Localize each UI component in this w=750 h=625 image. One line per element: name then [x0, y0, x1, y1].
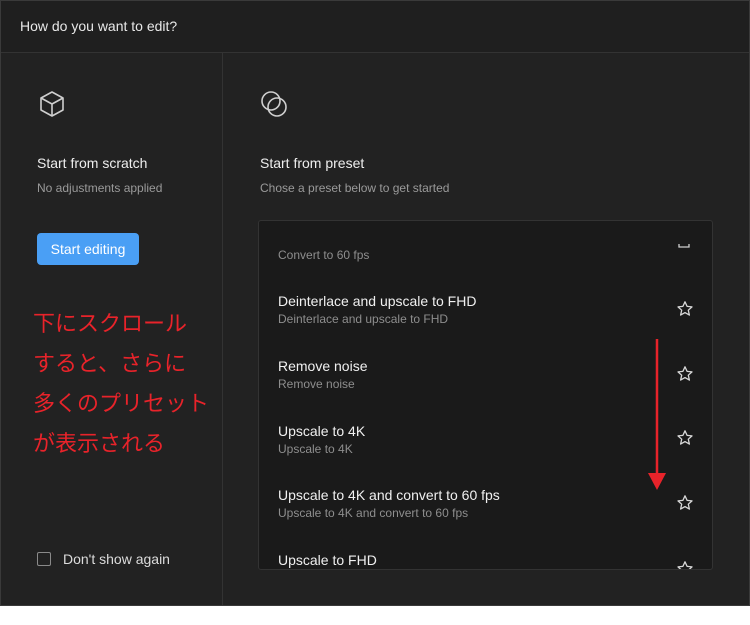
preset-option-pane: Start from preset Chose a preset below t… — [223, 53, 749, 605]
cube-icon — [40, 91, 64, 117]
preset-item[interactable]: Upscale to 4K and convert to 60 fps Upsc… — [259, 479, 712, 543]
preset-item[interactable]: Deinterlace and upscale to FHD Deinterla… — [259, 285, 712, 349]
annotation-line: が表示される — [33, 432, 166, 457]
dialog-titlebar: How do you want to edit? — [1, 1, 749, 53]
preset-item[interactable]: Upscale to 4K Upscale to 4K — [259, 415, 712, 479]
preset-item-subtitle: Upscale to 4K and convert to 60 fps — [278, 506, 469, 520]
edit-mode-dialog: How do you want to edit? Start from scra… — [0, 0, 750, 606]
star-icon[interactable] — [676, 365, 694, 383]
dont-show-again-checkbox[interactable] — [37, 552, 51, 566]
star-icon[interactable] — [677, 243, 691, 253]
scratch-title: Start from scratch — [37, 155, 148, 171]
preset-item-subtitle: Remove noise — [278, 377, 355, 391]
scratch-subtitle: No adjustments applied — [37, 181, 163, 195]
star-icon[interactable] — [676, 300, 694, 318]
annotation-line: 下にスクロール — [33, 312, 188, 337]
start-editing-button[interactable]: Start editing — [37, 233, 139, 265]
preset-item-title: Upscale to FHD — [278, 552, 377, 568]
preset-item-subtitle: Deinterlace and upscale to FHD — [278, 312, 449, 326]
preset-item-title: Upscale to 4K and convert to 60 fps — [278, 487, 500, 503]
scroll-down-arrow-icon — [648, 339, 666, 490]
scratch-option-pane[interactable]: Start from scratch No adjustments applie… — [1, 53, 223, 605]
preset-item-subtitle: Upscale to 4K — [278, 442, 353, 456]
scroll-hint-annotation: 下にスクロール すると、さらに 多くのプリセット が表示される — [33, 305, 209, 465]
preset-item[interactable]: Remove noise Remove noise — [259, 350, 712, 414]
dont-show-again-label: Don't show again — [63, 551, 170, 567]
preset-item[interactable]: Upscale to FHD — [259, 544, 712, 570]
preset-item-subtitle: Convert to 60 fps — [278, 248, 370, 262]
preset-list[interactable]: Convert to 60 fps Deinterlace and upscal… — [258, 220, 713, 570]
preset-item-title: Deinterlace and upscale to FHD — [278, 293, 477, 309]
preset-item-title: Remove noise — [278, 358, 368, 374]
preset-title: Start from preset — [260, 155, 365, 171]
star-icon[interactable] — [676, 494, 694, 512]
dialog-title: How do you want to edit? — [20, 18, 178, 34]
annotation-line: 多くのプリセット — [33, 392, 210, 417]
preset-item-title: Upscale to 4K — [278, 423, 366, 439]
preset-subtitle: Chose a preset below to get started — [260, 181, 450, 195]
preset-item[interactable]: Convert to 60 fps — [259, 221, 712, 285]
star-icon[interactable] — [676, 429, 694, 447]
star-icon[interactable] — [676, 560, 694, 570]
circles-icon — [261, 91, 287, 117]
annotation-line: すると、さらに — [33, 352, 187, 377]
